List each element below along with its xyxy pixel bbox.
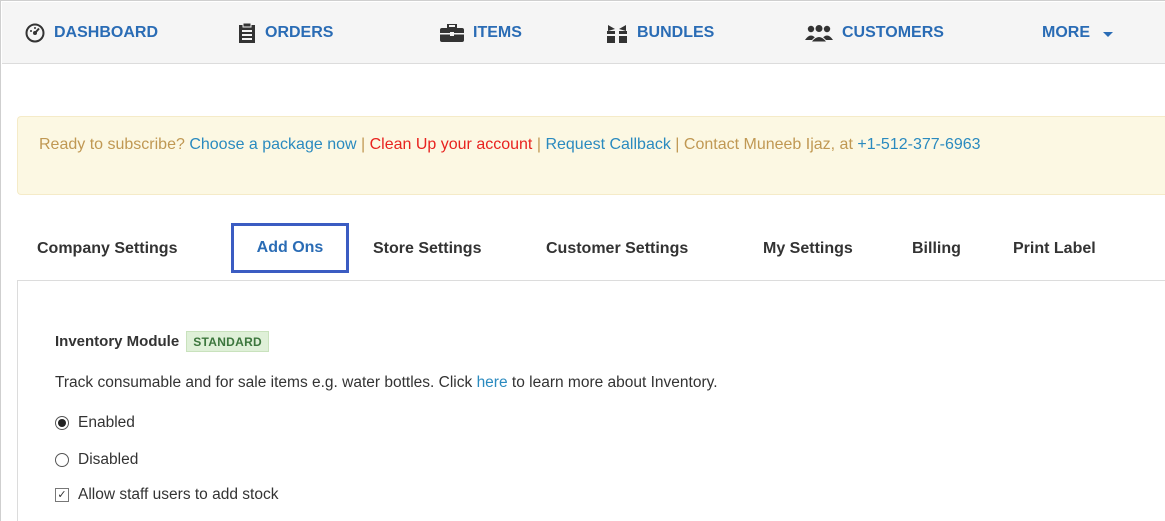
disabled-radio[interactable] [55,453,69,467]
nav-items[interactable]: ITEMS [440,2,522,64]
module-title: Inventory Module [55,333,180,350]
nav-dashboard-label: DASHBOARD [54,24,158,41]
phone-link[interactable]: +1-512-377-6963 [857,136,980,153]
nav-more-dropdown[interactable]: MORE [1042,2,1113,64]
subscription-alert: Ready to subscribe? Choose a package now… [17,116,1165,195]
alert-contact-text: Contact Muneeb Ijaz, at [683,136,853,153]
nav-orders-label: ORDERS [265,24,334,41]
nav-orders[interactable]: ORDERS [238,2,333,64]
description-text-end: to learn more about Inventory. [511,374,718,391]
nav-more-label: MORE [1042,24,1090,41]
alert-prefix: Ready to subscribe? [39,136,185,153]
nav-dashboard[interactable]: DASHBOARD [25,2,158,64]
radio-selected-dot [58,419,66,427]
enabled-radio-option[interactable]: Enabled [55,414,135,432]
alert-separator: | [361,136,366,153]
tab-my-settings[interactable]: My Settings [763,227,853,271]
disabled-label: Disabled [78,451,139,468]
enabled-label: Enabled [78,414,135,431]
app-frame: DASHBOARD ORDERS ITEMS BUNDLES CUSTOMERS… [0,0,1165,521]
plan-badge: STANDARD [186,331,270,352]
alert-separator: | [536,136,541,153]
nav-bundles-label: BUNDLES [637,24,715,41]
caret-down-icon [1103,31,1113,37]
allow-staff-stock-option[interactable]: ✓ Allow staff users to add stock [55,486,278,504]
tab-print-label[interactable]: Print Label [1013,227,1096,271]
inventory-module-header: Inventory Module STANDARD [55,331,270,352]
nav-customers-label: CUSTOMERS [842,24,944,41]
description-text: Track consumable and for sale items e.g.… [55,374,473,391]
top-nav-bar: DASHBOARD ORDERS ITEMS BUNDLES CUSTOMERS… [2,2,1165,64]
settings-tabs: Company Settings Add Ons Store Settings … [17,217,1165,281]
disabled-radio-option[interactable]: Disabled [55,451,138,469]
tab-billing[interactable]: Billing [912,227,961,271]
users-icon [805,24,833,42]
module-description: Track consumable and for sale items e.g.… [55,374,718,392]
tab-company-settings[interactable]: Company Settings [37,227,177,271]
clipboard-icon [238,22,256,44]
tab-customer-settings[interactable]: Customer Settings [546,227,688,271]
dashboard-gauge-icon [25,23,45,43]
briefcase-icon [440,24,464,42]
nav-bundles[interactable]: BUNDLES [606,2,714,64]
clean-up-account-link[interactable]: Clean Up your account [370,136,533,153]
nav-customers[interactable]: CUSTOMERS [805,2,944,64]
nav-items-label: ITEMS [473,24,522,41]
add-ons-panel: Inventory Module STANDARD Track consumab… [17,281,1165,521]
learn-more-link[interactable]: here [477,374,508,391]
allow-staff-stock-checkbox[interactable]: ✓ [55,488,69,502]
allow-staff-stock-label: Allow staff users to add stock [78,486,279,503]
enabled-radio[interactable] [55,416,69,430]
choose-package-link[interactable]: Choose a package now [189,136,356,153]
tab-store-settings[interactable]: Store Settings [373,227,481,271]
alert-separator: | [675,136,680,153]
request-callback-link[interactable]: Request Callback [545,136,670,153]
gift-icon [606,23,628,43]
tab-add-ons[interactable]: Add Ons [231,223,349,273]
